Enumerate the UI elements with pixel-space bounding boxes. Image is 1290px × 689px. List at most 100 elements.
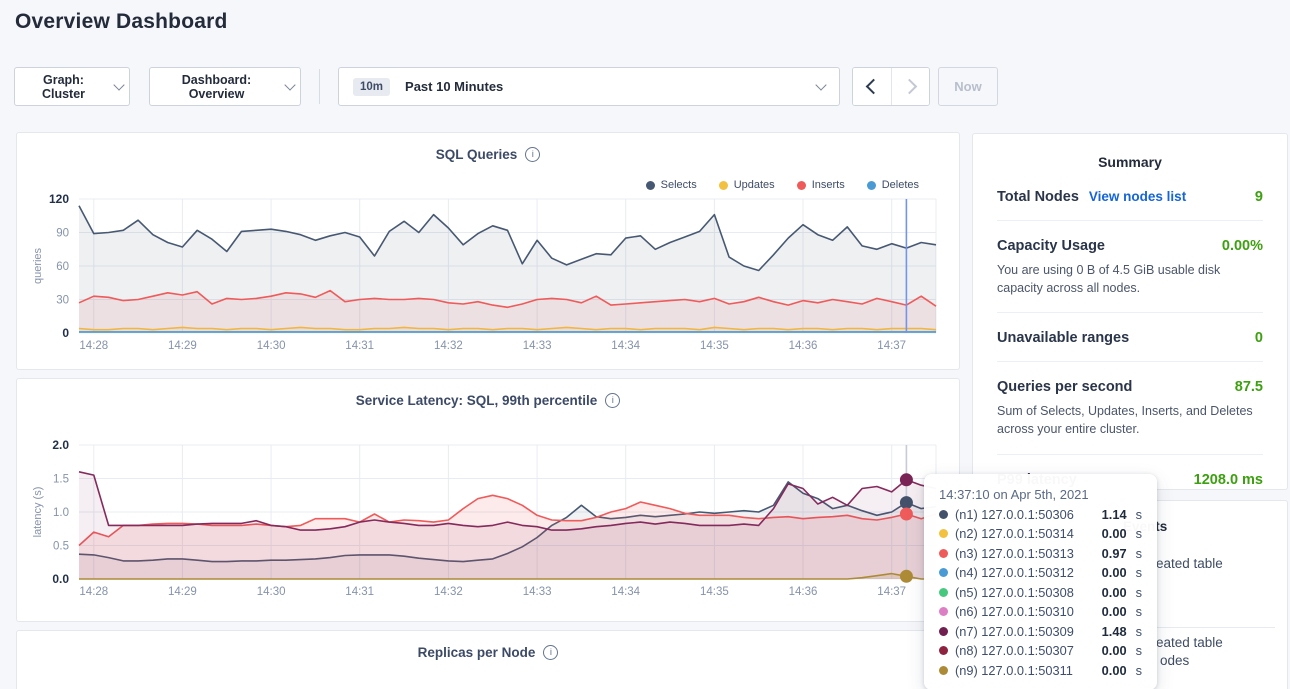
sql-queries-chart[interactable]: 030609012014:2814:2914:3014:3114:3214:33…	[17, 189, 961, 361]
summary-divider	[997, 312, 1263, 313]
tooltip-node-unit: s	[1136, 585, 1142, 600]
graph-dropdown-label: Graph: Cluster	[21, 73, 106, 101]
tooltip-node-value: 1.48	[1102, 624, 1127, 639]
page-title: Overview Dashboard	[15, 10, 228, 34]
summary-item-label: Total Nodes	[997, 189, 1079, 205]
node-color-dot	[939, 588, 948, 597]
chart-hover-tooltip: 14:37:10 on Apr 5th, 2021 (n1) 127.0.0.1…	[924, 474, 1157, 689]
event-item-fragment[interactable]: eated table	[1156, 635, 1223, 650]
tooltip-node-value: 0.00	[1102, 565, 1127, 580]
summary-item: Queries per second87.5	[997, 379, 1263, 395]
summary-divider	[997, 361, 1263, 362]
service-latency-chart[interactable]: 0.00.51.01.52.014:2814:2914:3014:3114:32…	[17, 435, 961, 607]
tooltip-timestamp: 14:37:10 on Apr 5th, 2021	[939, 487, 1142, 502]
chart-svg: 030609012014:2814:2914:3014:3114:3214:33…	[17, 189, 961, 361]
event-item-fragment[interactable]: eated table	[1156, 556, 1223, 571]
sql-queries-panel: SQL Queries i SelectsUpdatesInsertsDelet…	[16, 132, 960, 370]
svg-text:14:36: 14:36	[789, 586, 818, 598]
tooltip-node-unit: s	[1136, 526, 1142, 541]
info-icon[interactable]: i	[605, 393, 620, 408]
event-item-fragment[interactable]: odes	[1160, 653, 1189, 668]
chevron-down-icon	[815, 79, 826, 90]
svg-text:latency (s): latency (s)	[32, 487, 44, 538]
view-nodes-list-link[interactable]: View nodes list	[1089, 189, 1186, 204]
svg-text:90: 90	[56, 228, 69, 240]
svg-text:0.5: 0.5	[53, 541, 69, 553]
summary-panel: Summary Total NodesView nodes list9Capac…	[972, 133, 1288, 490]
svg-text:120: 120	[49, 192, 69, 206]
tooltip-row: (n8) 127.0.0.1:503070.00s	[939, 643, 1142, 658]
node-color-dot	[939, 529, 948, 538]
toolbar-divider	[319, 69, 320, 104]
summary-body: Total NodesView nodes list9Capacity Usag…	[973, 170, 1287, 488]
tooltip-row: (n4) 127.0.0.1:50312 0.00 s	[939, 565, 1142, 580]
tooltip-node-label: (n1) 127.0.0.1:50306	[955, 507, 1095, 522]
svg-text:14:32: 14:32	[434, 340, 463, 352]
app-window: Overview Dashboard Graph: Cluster Dashbo…	[0, 0, 1290, 689]
node-color-dot	[939, 646, 948, 655]
graph-dropdown[interactable]: Graph: Cluster	[14, 67, 130, 106]
tooltip-node-value: 0.97	[1102, 546, 1127, 561]
tooltip-node-label: (n6) 127.0.0.1:50310	[955, 604, 1095, 619]
node-color-dot	[939, 607, 948, 616]
svg-text:14:37: 14:37	[877, 586, 906, 598]
hover-point	[900, 473, 913, 486]
svg-text:60: 60	[56, 261, 69, 273]
info-icon[interactable]: i	[543, 645, 558, 660]
svg-text:14:31: 14:31	[345, 586, 374, 598]
summary-item-value: 0.00%	[1222, 238, 1263, 254]
tooltip-node-label: (n2) 127.0.0.1:50314	[955, 526, 1095, 541]
tooltip-node-label: (n9) 127.0.0.1:50311	[955, 663, 1095, 678]
svg-text:0: 0	[62, 326, 69, 340]
svg-text:14:34: 14:34	[611, 340, 640, 352]
service-latency-title: Service Latency: SQL, 99th percentile i	[17, 393, 959, 408]
info-icon[interactable]: i	[525, 147, 540, 162]
summary-divider	[997, 220, 1263, 221]
time-prev-button[interactable]	[853, 68, 891, 105]
summary-item: Capacity Usage0.00%	[997, 238, 1263, 254]
tooltip-node-label: (n7) 127.0.0.1:50309	[955, 624, 1095, 639]
summary-item-description: You are using 0 B of 4.5 GiB usable disk…	[997, 261, 1263, 297]
tooltip-row: (n3) 127.0.0.1:50313 0.97 s	[939, 546, 1142, 561]
summary-item: Total NodesView nodes list9	[997, 189, 1263, 205]
tooltip-node-value: 0.00	[1102, 526, 1127, 541]
svg-text:14:31: 14:31	[345, 340, 374, 352]
svg-text:1.0: 1.0	[53, 507, 69, 519]
svg-text:14:28: 14:28	[79, 586, 108, 598]
svg-text:14:32: 14:32	[434, 586, 463, 598]
tooltip-row: (n5) 127.0.0.1:503080.00s	[939, 585, 1142, 600]
tooltip-node-unit: s	[1136, 663, 1142, 678]
hover-point	[900, 496, 913, 509]
chevron-down-icon	[284, 79, 295, 90]
chevron-right-icon	[901, 79, 917, 95]
time-next-button[interactable]	[891, 68, 929, 105]
svg-text:0.0: 0.0	[52, 572, 69, 586]
summary-item-label: Unavailable ranges	[997, 330, 1129, 346]
time-pager	[852, 67, 930, 106]
summary-item-label: Queries per second	[997, 379, 1132, 395]
tooltip-node-unit: s	[1136, 624, 1142, 639]
tooltip-node-label: (n4) 127.0.0.1:50312	[955, 565, 1095, 580]
dashboard-dropdown[interactable]: Dashboard: Overview	[149, 67, 301, 106]
hover-point	[900, 508, 913, 521]
svg-text:14:33: 14:33	[523, 586, 552, 598]
replicas-per-node-panel: Replicas per Node i	[16, 630, 960, 689]
summary-title: Summary	[973, 154, 1287, 170]
svg-text:30: 30	[56, 295, 69, 307]
tooltip-node-unit: s	[1136, 546, 1142, 561]
svg-text:14:28: 14:28	[79, 340, 108, 352]
tooltip-node-label: (n3) 127.0.0.1:50313	[955, 546, 1095, 561]
time-now-button[interactable]: Now	[938, 67, 998, 106]
svg-text:14:29: 14:29	[168, 340, 197, 352]
tooltip-node-value: 0.00	[1102, 604, 1127, 619]
tooltip-node-label: (n5) 127.0.0.1:50308	[955, 585, 1095, 600]
summary-item: Unavailable ranges0	[997, 330, 1263, 346]
dashboard-dropdown-label: Dashboard: Overview	[156, 73, 277, 101]
tooltip-node-unit: s	[1136, 565, 1142, 580]
node-color-dot	[939, 510, 948, 519]
tooltip-node-value: 1.14	[1102, 507, 1127, 522]
svg-text:14:29: 14:29	[168, 586, 197, 598]
time-range-dropdown[interactable]: 10m Past 10 Minutes	[338, 67, 840, 106]
tooltip-node-label: (n8) 127.0.0.1:50307	[955, 643, 1095, 658]
chart-svg: 0.00.51.01.52.014:2814:2914:3014:3114:32…	[17, 435, 961, 607]
